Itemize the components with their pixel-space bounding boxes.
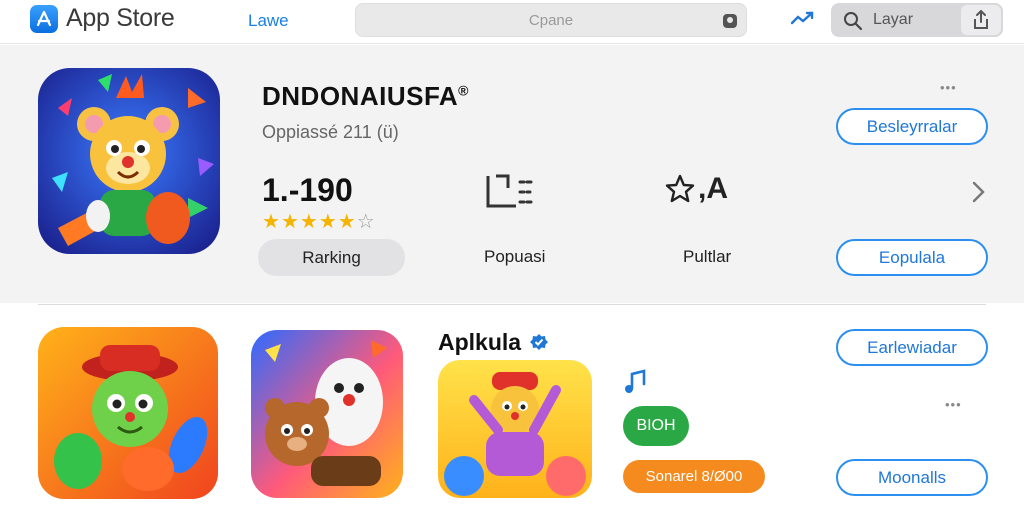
top-bar: App Store Lawe Cpane Layar [0, 0, 1024, 44]
music-note-icon [625, 369, 646, 393]
rating-stars: ★★★★★☆ [262, 209, 376, 234]
share-icon [974, 9, 988, 29]
featured-app-icon[interactable] [38, 68, 220, 254]
lower-top-button[interactable]: Earlewiadar [836, 329, 988, 366]
more-options-icon[interactable]: ••• [940, 80, 957, 95]
featured-app-title-text: DNDONAIUSFA [262, 81, 459, 111]
section-divider [38, 304, 986, 305]
star-empty-icon: ☆ [356, 211, 376, 233]
verified-badge-icon [530, 333, 549, 350]
star-filled-icon: ★ [299, 211, 319, 233]
search-icon [844, 12, 863, 31]
app-tile-3[interactable] [438, 360, 592, 498]
profile-icon[interactable] [720, 11, 740, 31]
featured-app-title[interactable]: DNDONAIUSFA® [262, 81, 469, 112]
lower-app-title-text: Aplkula [438, 329, 522, 355]
center-search-placeholder: Cpane [528, 12, 574, 29]
lower-get-button[interactable]: Moonalls [836, 459, 988, 496]
star-filled-icon: ★ [337, 211, 357, 233]
tab-link[interactable]: Lawe [248, 11, 289, 31]
favorite-suffix: ,A [698, 172, 728, 205]
ranking-button[interactable]: Rarking [258, 239, 405, 276]
status-badge-green: BIOH [623, 406, 689, 446]
featured-stat-value: 1.-190 [262, 172, 353, 208]
pullar-label: Pultlar [683, 247, 732, 266]
featured-app-subtitle: Oppiassé 211 (ü) [262, 122, 399, 142]
star-outline-icon [665, 174, 695, 203]
trending-icon[interactable] [790, 10, 816, 28]
share-button[interactable] [961, 5, 1001, 35]
star-filled-icon: ★ [262, 211, 281, 233]
favorite-control[interactable]: ,A [664, 172, 728, 206]
brand-name: App Store [66, 4, 175, 32]
popular-label: Popuasi [484, 247, 546, 266]
app-store-icon [30, 4, 58, 33]
star-filled-icon: ★ [318, 211, 338, 233]
featured-get-button[interactable]: Eopulala [836, 239, 988, 276]
app-tile-2[interactable] [251, 330, 403, 498]
search-query: Layar [873, 11, 914, 28]
lower-app-title[interactable]: Aplkula [438, 329, 549, 356]
center-search-field[interactable]: Cpane [355, 3, 747, 37]
app-tile-1[interactable] [38, 327, 218, 499]
registered-mark: ® [458, 82, 469, 99]
popular-chart-icon[interactable] [482, 172, 538, 210]
more-options-icon[interactable]: ••• [945, 397, 962, 412]
featured-top-button[interactable]: Beslеуrralar [836, 108, 988, 145]
status-badge-orange: Sonarel 8/Ø00 [623, 460, 765, 493]
brand[interactable]: App Store [30, 4, 175, 33]
chevron-right-icon[interactable] [968, 180, 988, 204]
star-filled-icon: ★ [280, 211, 300, 233]
search-bar[interactable]: Layar [831, 3, 1003, 37]
